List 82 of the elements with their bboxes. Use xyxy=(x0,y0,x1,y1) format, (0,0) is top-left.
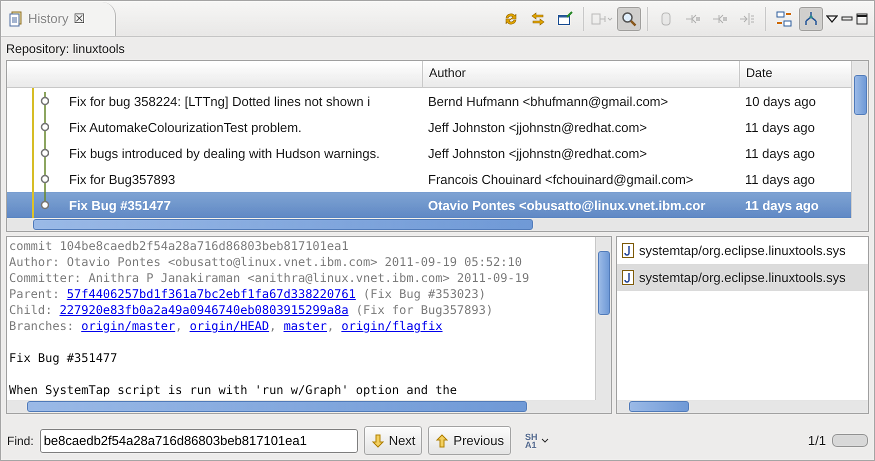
author-cell-text: Francois Chouinard <fchouinard@gmail.com> xyxy=(427,172,694,186)
find-label: Find: xyxy=(7,434,34,448)
sync-arrows-icon xyxy=(503,10,519,26)
next-button[interactable]: Next xyxy=(364,426,422,455)
file-item[interactable]: systemtap/org.eclipse.linuxtools.sys xyxy=(617,264,868,291)
commit-info-text: (Fix for Bug357893) xyxy=(354,303,494,317)
commit-message: Fix bugs introduced by dealing with Hudson warnings. xyxy=(69,146,380,160)
window-pin-icon xyxy=(557,10,573,26)
commit-message: Fix for Bug357893 xyxy=(69,172,176,186)
hash-link[interactable]: 227920e83fb0a2a49a0946740eb0803915299a8a xyxy=(60,303,349,317)
vertical-scrollbar[interactable] xyxy=(851,61,868,218)
view-menu-icon[interactable] xyxy=(826,14,838,24)
commit-info-text: , xyxy=(269,319,278,333)
java-file-icon xyxy=(622,270,634,285)
java-file-icon xyxy=(622,243,634,258)
commit-message: Fix for bug 358224: [LTTng] Dotted lines not shown i xyxy=(69,94,370,108)
commit-message-text: When SystemTap script is run with 'run w/Graph' option and the xyxy=(9,383,457,397)
search-mode-dropdown[interactable]: SHA1 xyxy=(525,432,549,448)
down-arrow-icon xyxy=(370,434,385,448)
commit-info-text: Committer: Anithra P Janakiraman <anithra@linux.vnet.ibm.com> 2011-09-19 xyxy=(9,271,530,285)
commit-info-text: commit 104be8caedb2f54a28a716d86803beb817101ea1 xyxy=(9,239,349,253)
hash-link[interactable]: origin/master xyxy=(81,319,176,333)
search-icon xyxy=(621,10,637,26)
maximize-icon[interactable] xyxy=(856,12,868,24)
hash-link[interactable]: origin/HEAD xyxy=(190,319,270,333)
horizontal-scrollbar[interactable] xyxy=(7,218,868,231)
commit-graph-icon xyxy=(32,88,49,114)
date-cell-text: 11 days ago xyxy=(744,172,816,186)
author-cell-text: Jeff Johnston <jjohnstn@redhat.com> xyxy=(427,146,648,160)
date-cell-text: 10 days ago xyxy=(744,94,817,108)
tree-icon xyxy=(803,10,819,26)
author-cell-text: Bernd Hufmann <bhufmann@gmail.com> xyxy=(427,94,670,108)
history-tab[interactable]: History ☒ xyxy=(1,2,116,36)
column-header[interactable]: Author xyxy=(422,61,739,87)
commit-message: Fix AutomakeColourizationTest problem. xyxy=(69,120,302,134)
commit-graph-icon xyxy=(32,192,49,218)
compare-arrows-icon xyxy=(530,10,546,26)
minimize-icon[interactable] xyxy=(841,14,853,24)
commit-graph-icon xyxy=(32,140,49,166)
hash-link[interactable]: master xyxy=(284,319,327,333)
date-cell-text: 11 days ago xyxy=(744,198,820,212)
horizontal-scrollbar[interactable] xyxy=(7,400,611,413)
horizontal-scrollbar[interactable] xyxy=(617,400,868,413)
hash-link[interactable]: 57f4406257bd1f361a7bc2ebf1fa67d338220761 xyxy=(66,287,356,301)
split-icon xyxy=(739,10,755,26)
commit-info-text: , xyxy=(326,319,336,333)
commit-info-text: Child: xyxy=(9,303,54,317)
date-cell-text: 11 days ago xyxy=(744,120,816,134)
hash-link[interactable]: origin/flagfix xyxy=(341,319,443,333)
filter-icon xyxy=(591,10,613,26)
commit-info-text: Author: Otavio Pontes <obusatto@linux.vnet.ibm.com> 2011-09-19 05:52:10 xyxy=(9,255,522,269)
commit-info-text: Parent: xyxy=(9,287,61,301)
layout-icon xyxy=(776,10,792,26)
cylinder-icon xyxy=(660,10,672,26)
commit-info-text: , xyxy=(175,319,184,333)
up-arrow-icon xyxy=(435,434,450,448)
commit-info-text: Branches: xyxy=(9,319,76,333)
find-field[interactable]: be8caedb2f54a28a716d86803beb817101ea1 xyxy=(40,428,358,452)
file-item[interactable]: systemtap/org.eclipse.linuxtools.sys xyxy=(617,237,868,264)
commit-row[interactable]: Fix for bug 358224: [LTTng] Dotted lines not shown i Bernd Hufmann <bhufmann@gmail.com> 10 days ago xyxy=(7,88,851,114)
close-icon[interactable]: ☒ xyxy=(73,11,86,26)
date-cell-text: 11 days ago xyxy=(744,146,816,160)
commit-info-text: (Fix Bug #353023) xyxy=(362,287,486,301)
commit-row[interactable]: Fix bugs introduced by dealing with Hudson warnings. Jeff Johnston <jjohnstn@redhat.com> 11 days ago xyxy=(7,140,851,166)
commit-message: Fix Bug #351477 xyxy=(69,198,171,212)
toolbar-button[interactable] xyxy=(617,6,641,30)
progress-indicator xyxy=(832,434,868,447)
match-count: 1/1 xyxy=(808,433,826,448)
commit-graph-icon xyxy=(32,166,49,192)
commit-row[interactable]: Fix AutomakeColourizationTest problem. Jeff Johnston <jjohnstn@redhat.com> 11 days ago xyxy=(7,114,851,140)
commit-graph-icon xyxy=(32,114,49,140)
repository-label: Repository: linuxtools xyxy=(5,41,126,58)
caret-icon xyxy=(541,438,549,444)
commit-row[interactable]: Fix for Bug357893 Francois Chouinard <fchouinard@gmail.com> 11 days ago xyxy=(7,166,851,192)
author-cell-text: Otavio Pontes <obusatto@linux.vnet.ibm.cor xyxy=(427,198,706,212)
vertical-scrollbar[interactable] xyxy=(595,237,611,400)
commit-message-text: Fix Bug #351477 xyxy=(9,351,118,365)
author-cell-text: Jeff Johnston <jjohnstn@redhat.com> xyxy=(427,120,648,134)
tab-title: History xyxy=(28,11,68,26)
previous-button[interactable]: Previous xyxy=(428,426,511,455)
document-icon xyxy=(9,10,23,26)
toolbar-button[interactable] xyxy=(799,6,823,30)
